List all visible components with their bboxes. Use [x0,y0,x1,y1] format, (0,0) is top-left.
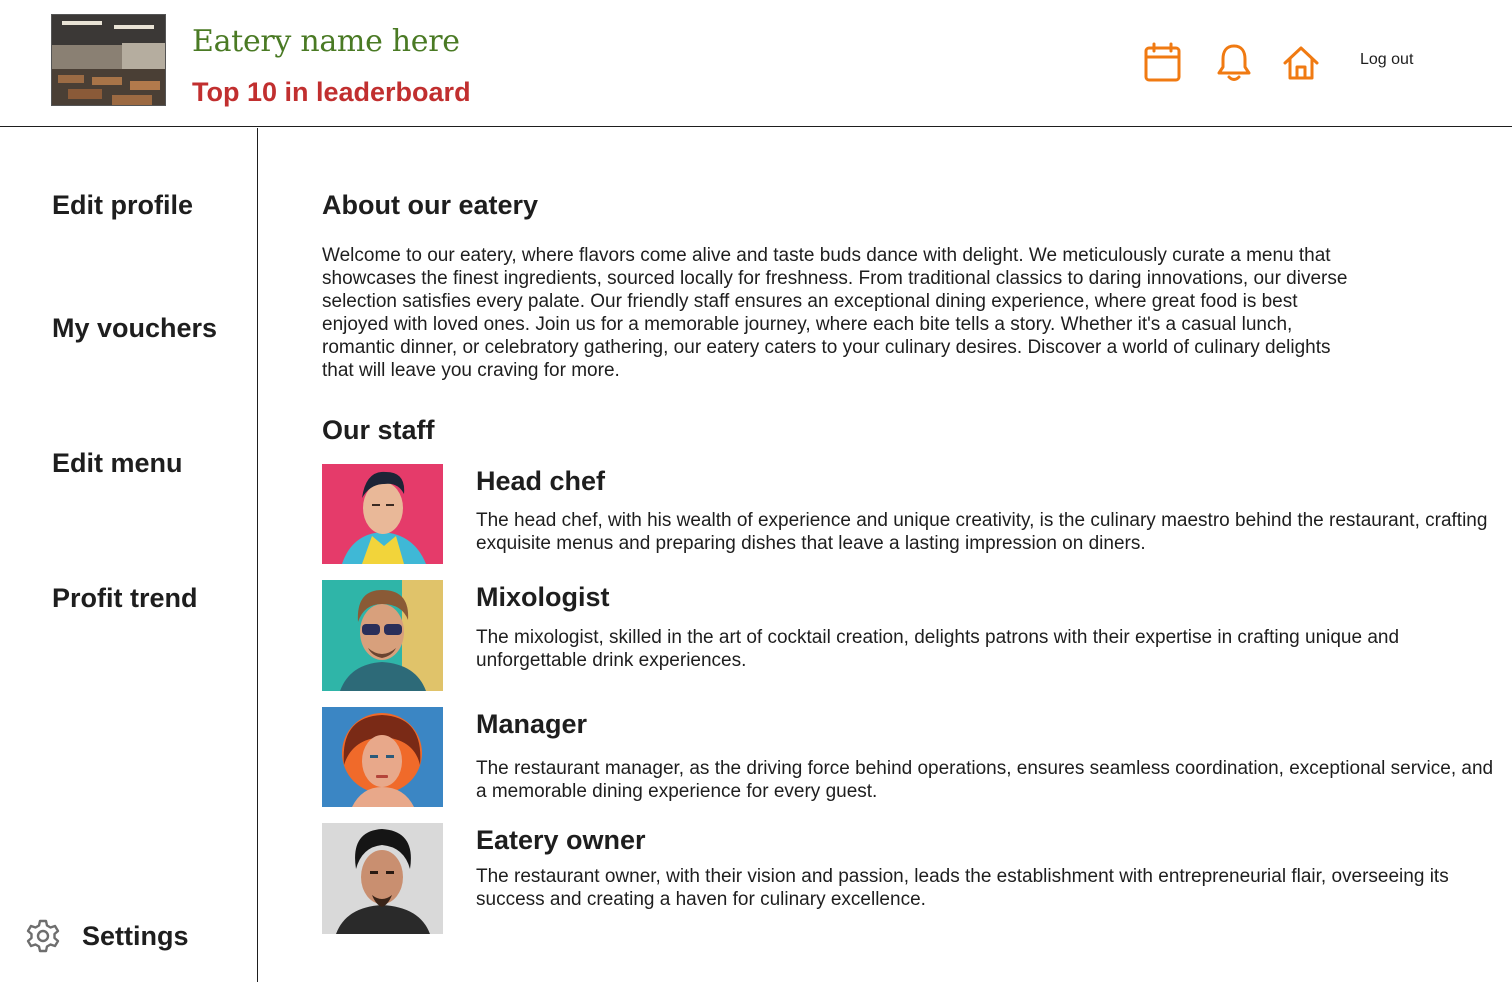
sidebar-item-edit-profile[interactable]: Edit profile [52,190,193,221]
sidebar-item-my-vouchers[interactable]: My vouchers [52,313,217,344]
leaderboard-rank: Top 10 in leaderboard [192,77,471,107]
about-text: Welcome to our eatery, where flavors com… [322,245,1348,381]
gear-icon [26,919,60,953]
main-content: About our eatery Welcome to our eatery, … [322,128,1502,982]
eatery-owner-photo [322,823,443,934]
about-title: About our eatery [322,190,539,220]
staff-role-eatery-owner: Eatery owner [476,825,646,855]
sidebar-item-edit-menu[interactable]: Edit menu [52,448,183,479]
manager-photo [322,707,443,807]
head-chef-photo [322,464,443,564]
staff-desc-mixologist: The mixologist, skilled in the art of co… [476,627,1400,671]
top-bar: Eatery name here Top 10 in leaderboard L… [0,0,1512,127]
staff-role-mixologist: Mixologist [476,582,610,612]
sidebar-item-profit-trend[interactable]: Profit trend [52,583,198,614]
staff-role-manager: Manager [476,709,588,739]
settings-label: Settings [82,920,189,951]
logout-button[interactable]: Log out [1360,51,1413,69]
staff-desc-eatery-owner: The restaurant owner, with their vision … [476,866,1449,910]
eatery-photo [51,14,166,106]
mixologist-photo [322,580,443,691]
sidebar: Edit profile My vouchers Edit menu Profi… [0,128,258,982]
bell-icon[interactable] [1214,42,1254,84]
staff-role-head-chef: Head chef [476,466,606,496]
calendar-icon[interactable] [1143,42,1183,84]
settings-button[interactable]: Settings [25,916,189,956]
staff-desc-manager: The restaurant manager, as the driving f… [476,758,1494,802]
staff-desc-head-chef: The head chef, with his wealth of experi… [476,510,1488,554]
eatery-name: Eatery name here [192,24,460,59]
staff-title: Our staff [322,415,435,445]
home-icon[interactable] [1281,42,1321,84]
